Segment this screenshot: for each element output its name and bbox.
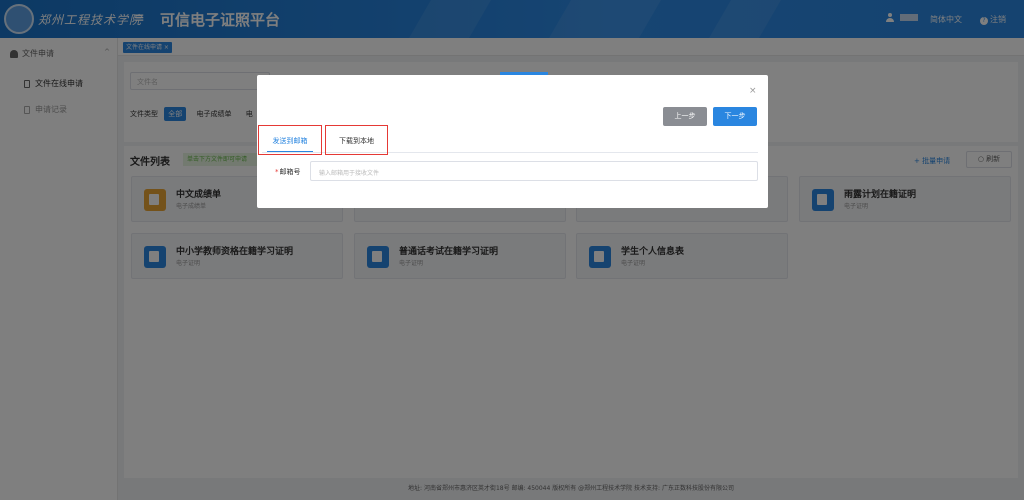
email-label-text: 邮箱号 xyxy=(279,168,301,176)
required-mark: * xyxy=(275,168,279,176)
email-field-label: *邮箱号 xyxy=(275,167,301,177)
close-icon[interactable]: × xyxy=(749,86,757,96)
tab-send-to-email[interactable]: 发送到邮箱 xyxy=(258,125,322,155)
email-field[interactable]: 输入邮箱用于接收文件 xyxy=(310,161,758,181)
next-step-button[interactable]: 下一步 xyxy=(713,107,757,126)
tab-download-local[interactable]: 下载到本地 xyxy=(325,125,388,155)
prev-step-button[interactable]: 上一步 xyxy=(663,107,707,126)
